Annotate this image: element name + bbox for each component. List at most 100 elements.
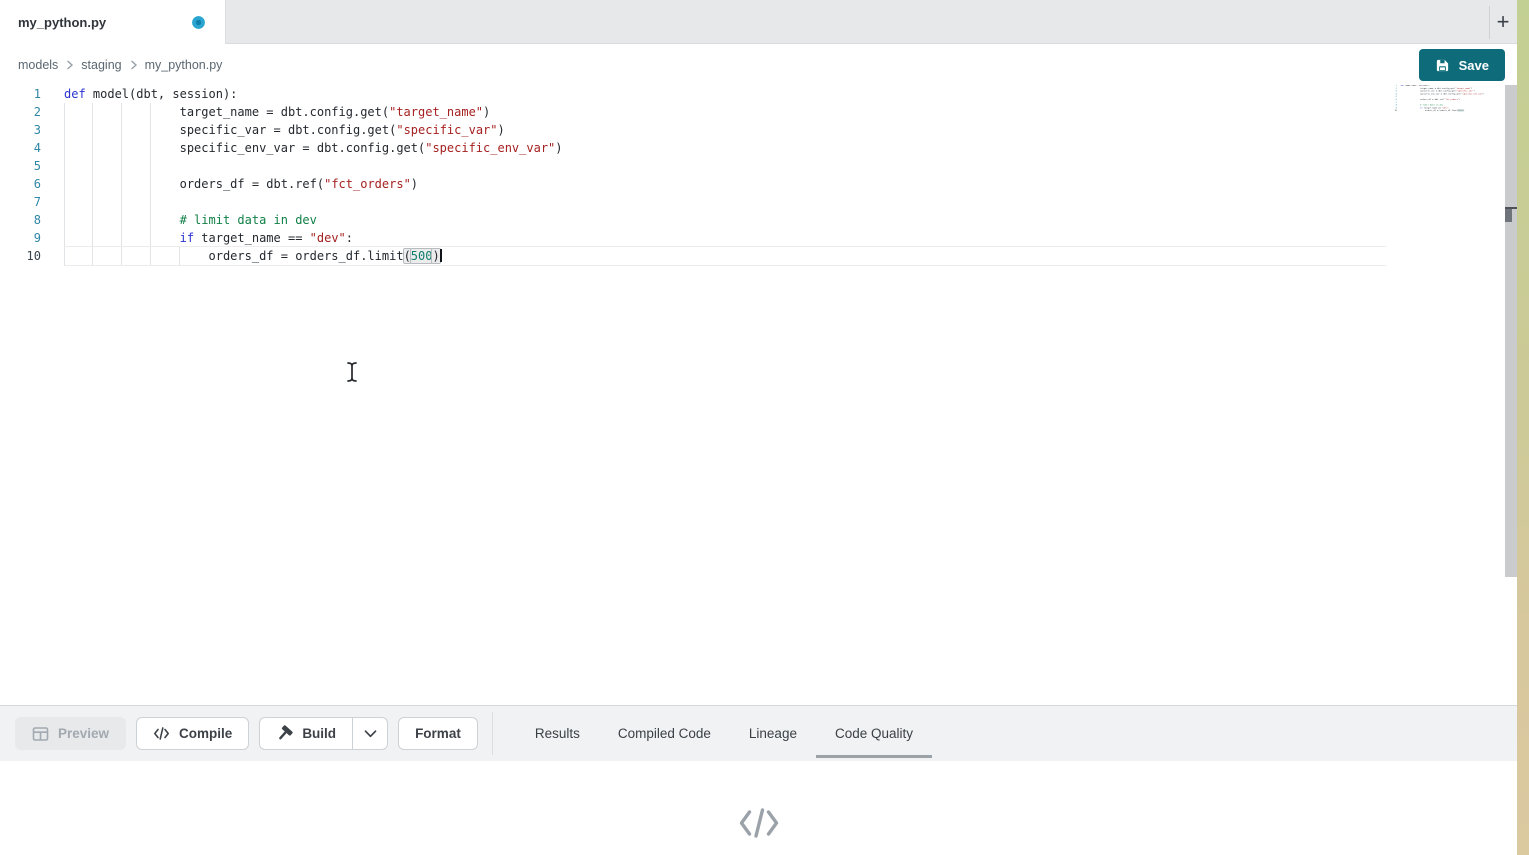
table-icon <box>32 726 49 742</box>
code-token: specific_env_var = dbt.config.get( <box>64 141 425 155</box>
breadcrumb-item-models[interactable]: models <box>18 58 58 72</box>
line-number: 3 <box>0 121 64 139</box>
code-line[interactable]: 6 orders_df = dbt.ref("fct_orders") <box>0 175 1505 193</box>
save-label: Save <box>1459 58 1489 73</box>
indent-guide-icon <box>92 103 93 121</box>
code-line[interactable]: 4 specific_env_var = dbt.config.get("spe… <box>0 139 1505 157</box>
scrollbar-thumb[interactable] <box>1505 209 1512 222</box>
code-line[interactable]: 10 orders_df = orders_df.limit(500) <box>0 247 1505 265</box>
code-token: ) <box>411 177 418 191</box>
indent-guide-icon <box>64 193 65 211</box>
hammer-icon <box>276 725 293 742</box>
indent-guide-icon <box>150 157 151 175</box>
indent-guide-icon <box>92 211 93 229</box>
line-number: 7 <box>0 193 64 211</box>
tab-results[interactable]: Results <box>516 706 599 761</box>
format-button[interactable]: Format <box>398 717 478 750</box>
indent-guide-icon <box>121 229 122 247</box>
line-number: 10 <box>0 247 64 265</box>
chevron-down-icon <box>364 730 377 738</box>
code-token: ( <box>404 249 411 263</box>
file-tab-my-python[interactable]: my_python.py <box>0 0 226 45</box>
build-label: Build <box>302 726 336 741</box>
unsaved-indicator-icon <box>192 16 205 29</box>
chevron-right-icon <box>65 60 74 70</box>
code-token: if <box>180 231 194 245</box>
code-token: ) <box>483 105 490 119</box>
code-line[interactable]: 8 # limit data in dev <box>0 211 1505 229</box>
compile-label: Compile <box>179 726 232 741</box>
code-text <box>64 193 1386 211</box>
indent-guide-icon <box>150 139 151 157</box>
tab-lineage[interactable]: Lineage <box>730 706 816 761</box>
code-text <box>64 157 1386 175</box>
code-text: # limit data in dev <box>64 211 1386 229</box>
breadcrumb-item-file: my_python.py <box>145 58 223 72</box>
indent-guide-icon <box>121 175 122 193</box>
indent-guide-icon <box>150 103 151 121</box>
line-number: 9 <box>0 229 64 247</box>
tab-code-quality[interactable]: Code Quality <box>816 706 932 761</box>
line-number: 5 <box>0 157 64 175</box>
preview-button[interactable]: Preview <box>15 717 126 750</box>
file-tab-title: my_python.py <box>18 15 106 30</box>
build-button[interactable]: Build <box>259 717 352 750</box>
save-button[interactable]: Save <box>1419 49 1505 81</box>
indent-guide-icon <box>64 229 65 247</box>
indent-guide-icon <box>150 229 151 247</box>
code-token: "fct_orders" <box>324 177 411 191</box>
code-quality-empty-state-icon <box>737 805 781 841</box>
indent-guide-icon <box>64 175 65 193</box>
code-token: "dev" <box>310 231 346 245</box>
breadcrumb-item-staging[interactable]: staging <box>81 58 121 72</box>
code-token: orders_df = orders_df.limit <box>64 249 404 263</box>
line-number: 8 <box>0 211 64 229</box>
editor-scrollbar-track[interactable] <box>1505 85 1517 577</box>
code-line[interactable]: 1def model(dbt, session): <box>0 85 1505 103</box>
indent-guide-icon <box>121 139 122 157</box>
panel-toolbar: Preview Compile Build <box>0 706 1517 761</box>
desktop-wallpaper-strip <box>1517 0 1529 855</box>
indent-guide-icon <box>92 229 93 247</box>
tabbar-divider <box>1489 6 1490 39</box>
code-text: specific_env_var = dbt.config.get("speci… <box>64 139 1386 157</box>
toolbar-divider <box>492 712 493 755</box>
text-caret <box>440 249 442 262</box>
indent-guide-icon <box>150 175 151 193</box>
code-token: target_name == <box>194 231 310 245</box>
code-text: def model(dbt, session): <box>64 85 1386 103</box>
code-icon <box>153 726 170 741</box>
code-token: "specific_env_var" <box>425 141 555 155</box>
code-line[interactable]: 3 specific_var = dbt.config.get("specifi… <box>0 121 1505 139</box>
code-token: ) <box>432 249 439 263</box>
new-tab-button[interactable]: + <box>1491 10 1515 34</box>
indent-guide-icon <box>150 193 151 211</box>
indent-guide-icon <box>121 247 122 265</box>
code-line[interactable]: 7 <box>0 193 1505 211</box>
code-token: def <box>64 87 86 101</box>
code-line[interactable]: 2 target_name = dbt.config.get("target_n… <box>0 103 1505 121</box>
ide-window: my_python.py + models staging my_python.… <box>0 0 1517 855</box>
indent-guide-icon <box>121 211 122 229</box>
code-token: ) <box>498 123 505 137</box>
code-text: if target_name == "dev": <box>64 229 1386 247</box>
code-editor[interactable]: 1def model(dbt, session):2 target_name =… <box>0 85 1505 705</box>
code-text: target_name = dbt.config.get("target_nam… <box>64 103 1386 121</box>
indent-guide-icon <box>64 157 65 175</box>
code-text: specific_var = dbt.config.get("specific_… <box>64 121 1386 139</box>
code-lines[interactable]: 1def model(dbt, session):2 target_name =… <box>0 85 1505 265</box>
panel-content <box>0 761 1517 855</box>
indent-guide-icon <box>121 103 122 121</box>
format-label: Format <box>415 726 461 741</box>
code-line[interactable]: 5 <box>0 157 1505 175</box>
breadcrumb-bar: models staging my_python.py Save <box>0 44 1517 85</box>
build-options-button[interactable] <box>352 717 388 750</box>
compile-button[interactable]: Compile <box>136 717 249 750</box>
code-token: "target_name" <box>389 105 483 119</box>
code-line[interactable]: 9 if target_name == "dev": <box>0 229 1505 247</box>
code-text: orders_df = dbt.ref("fct_orders") <box>64 175 1386 193</box>
code-token: target_name = dbt.config.get( <box>64 105 389 119</box>
indent-guide-icon <box>92 121 93 139</box>
tab-compiled-code[interactable]: Compiled Code <box>599 706 730 761</box>
code-token: model(dbt, session): <box>86 87 238 101</box>
